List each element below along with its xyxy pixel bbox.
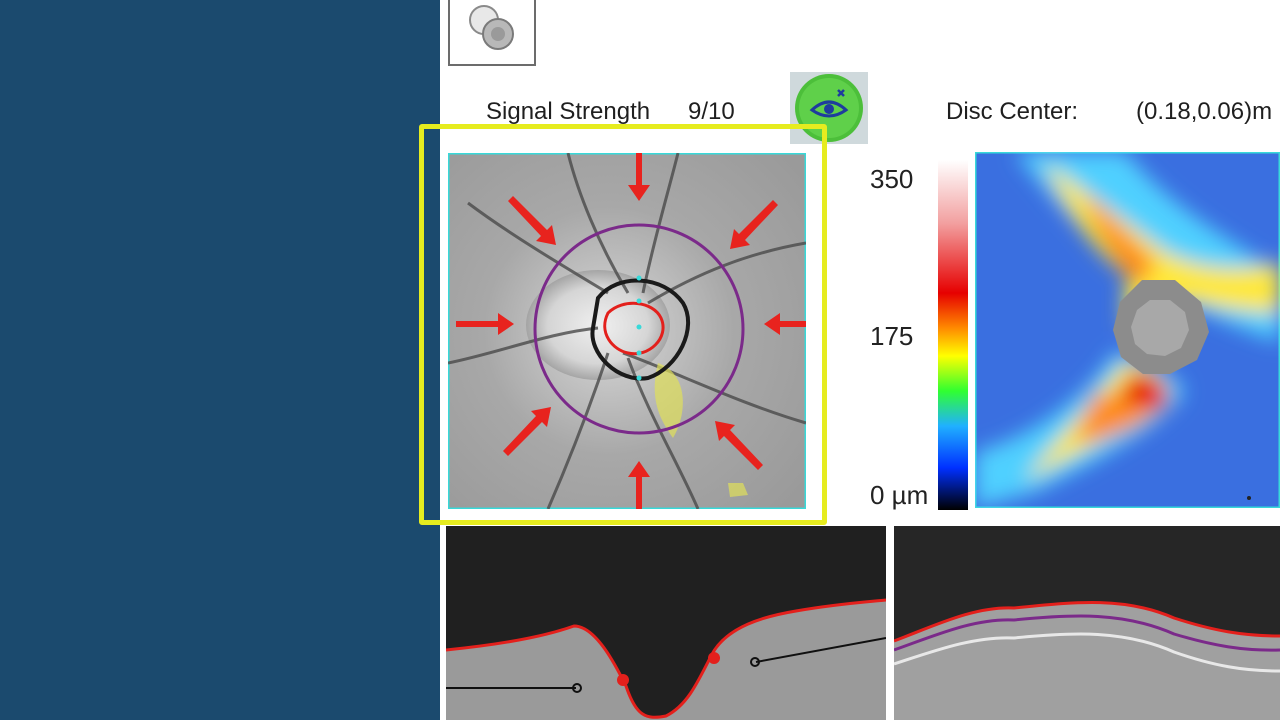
colorbar-mid-label: 175	[870, 321, 914, 351]
highlight-frame	[419, 124, 827, 525]
left-blank-panel	[0, 0, 440, 720]
compare-circles-icon	[469, 5, 514, 50]
disc-center-label: Disc Center:	[946, 98, 1079, 125]
colorbar-max-label: 350	[870, 164, 914, 194]
thickness-colorbar	[938, 160, 968, 510]
signal-strength-label: Signal Strength	[486, 98, 651, 125]
rnfl-thickness-map	[975, 152, 1280, 508]
oct-bscan-left	[446, 526, 886, 720]
oct-bscan-right	[894, 526, 1280, 720]
signal-strength-value: 9/10	[688, 98, 735, 125]
disc-center-value: (0.18,0.06)m	[1136, 98, 1273, 125]
colorbar-min-label: 0 µm	[870, 480, 929, 510]
compare-circles-button[interactable]	[448, 0, 536, 66]
